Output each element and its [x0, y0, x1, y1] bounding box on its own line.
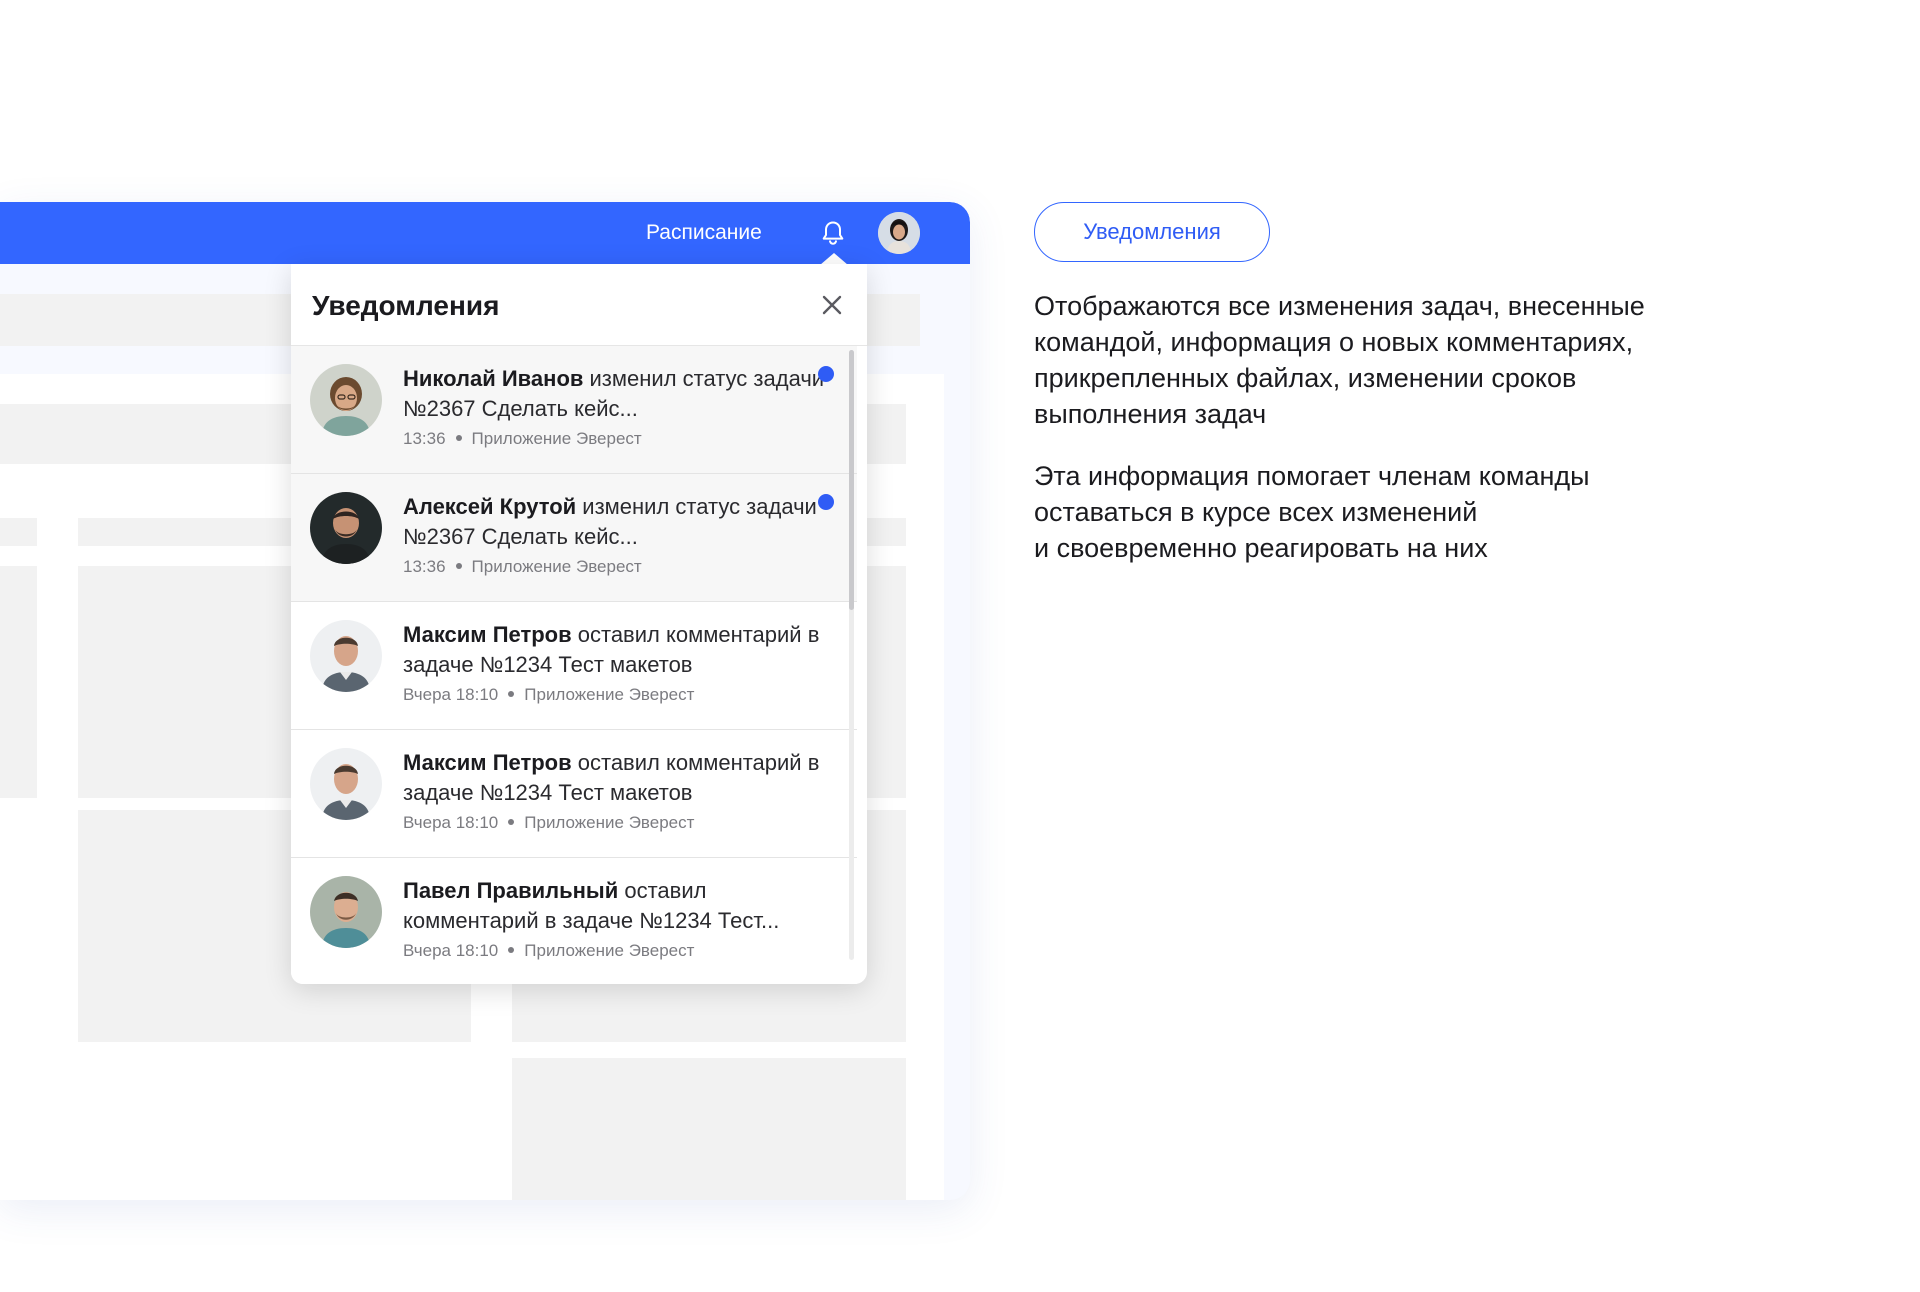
skeleton-tab: [0, 518, 37, 546]
description-paragraph-1: Отображаются все изменения задач, внесен…: [1034, 288, 1734, 432]
notifications-title: Уведомления: [312, 290, 500, 321]
separator-dot-icon: [455, 562, 462, 569]
skeleton-card: [0, 566, 37, 798]
notification-item[interactable]: Максим Петров оставил комментарий в зада…: [291, 730, 857, 858]
separator-dot-icon: [508, 946, 515, 953]
notification-time: 13:36: [403, 429, 446, 448]
notifications-list: Николай Иванов изменил статус задачи №23…: [291, 346, 857, 984]
unread-dot-icon: [818, 494, 834, 510]
notification-text: Николай Иванов изменил статус задачи №23…: [403, 364, 833, 424]
separator-dot-icon: [455, 434, 462, 441]
notification-author: Максим Петров: [403, 750, 572, 775]
notification-source: Приложение Эверест: [524, 941, 695, 960]
notification-source: Приложение Эверест: [471, 429, 642, 448]
description-paragraph-2: Эта информация помогает членам команды о…: [1034, 458, 1734, 566]
notification-item[interactable]: Алексей Крутой изменил статус задачи №23…: [291, 474, 857, 602]
notifications-header: Уведомления: [291, 264, 867, 346]
author-avatar: [310, 876, 382, 948]
notification-item[interactable]: Павел Правильный оставил комментарий в з…: [291, 858, 857, 984]
description-line: оставаться в курсе всех изменений: [1034, 497, 1478, 527]
notification-text: Павел Правильный оставил комментарий в з…: [403, 876, 833, 936]
notification-meta: 13:36 Приложение Эверест: [403, 428, 642, 450]
unread-dot-icon: [818, 366, 834, 382]
notification-meta: 13:36 Приложение Эверест: [403, 556, 642, 578]
description-line: Отображаются все изменения задач, внесен…: [1034, 291, 1645, 321]
scrollbar-thumb[interactable]: [849, 350, 854, 610]
author-avatar: [310, 748, 382, 820]
feature-chip: Уведомления: [1034, 202, 1270, 262]
separator-dot-icon: [508, 690, 515, 697]
notification-meta: Вчера 18:10 Приложение Эверест: [403, 940, 694, 962]
notifications-dropdown: Уведомления Николай Иванов изменил стату…: [291, 264, 867, 984]
notification-item[interactable]: Николай Иванов изменил статус задачи №23…: [291, 346, 857, 474]
notification-text: Алексей Крутой изменил статус задачи №23…: [403, 492, 833, 552]
notification-meta: Вчера 18:10 Приложение Эверест: [403, 684, 694, 706]
bell-icon[interactable]: [818, 218, 848, 248]
author-avatar: [310, 364, 382, 436]
notification-text: Максим Петров оставил комментарий в зада…: [403, 748, 833, 808]
close-icon[interactable]: [819, 292, 845, 318]
description-line: и своевременно реагировать на них: [1034, 533, 1488, 563]
user-avatar[interactable]: [878, 212, 920, 254]
notification-source: Приложение Эверест: [524, 813, 695, 832]
notification-item[interactable]: Максим Петров оставил комментарий в зада…: [291, 602, 857, 730]
notification-time: Вчера 18:10: [403, 813, 499, 832]
description-line: прикрепленных файлах, изменении сроков: [1034, 363, 1577, 393]
notification-time: Вчера 18:10: [403, 685, 499, 704]
notification-source: Приложение Эверест: [524, 685, 695, 704]
description-line: командой, информация о новых комментария…: [1034, 327, 1634, 357]
notification-author: Николай Иванов: [403, 366, 584, 391]
skeleton-card: [512, 1058, 906, 1200]
author-avatar: [310, 492, 382, 564]
separator-dot-icon: [508, 818, 515, 825]
notification-author: Алексей Крутой: [403, 494, 577, 519]
schedule-link[interactable]: Расписание: [646, 219, 762, 247]
notification-meta: Вчера 18:10 Приложение Эверест: [403, 812, 694, 834]
notification-time: 13:36: [403, 557, 446, 576]
notification-time: Вчера 18:10: [403, 941, 499, 960]
author-avatar: [310, 620, 382, 692]
notification-author: Максим Петров: [403, 622, 572, 647]
notification-text: Максим Петров оставил комментарий в зада…: [403, 620, 833, 680]
notification-author: Павел Правильный: [403, 878, 619, 903]
notification-source: Приложение Эверест: [471, 557, 642, 576]
description-line: выполнения задач: [1034, 399, 1267, 429]
description-line: Эта информация помогает членам команды: [1034, 461, 1590, 491]
